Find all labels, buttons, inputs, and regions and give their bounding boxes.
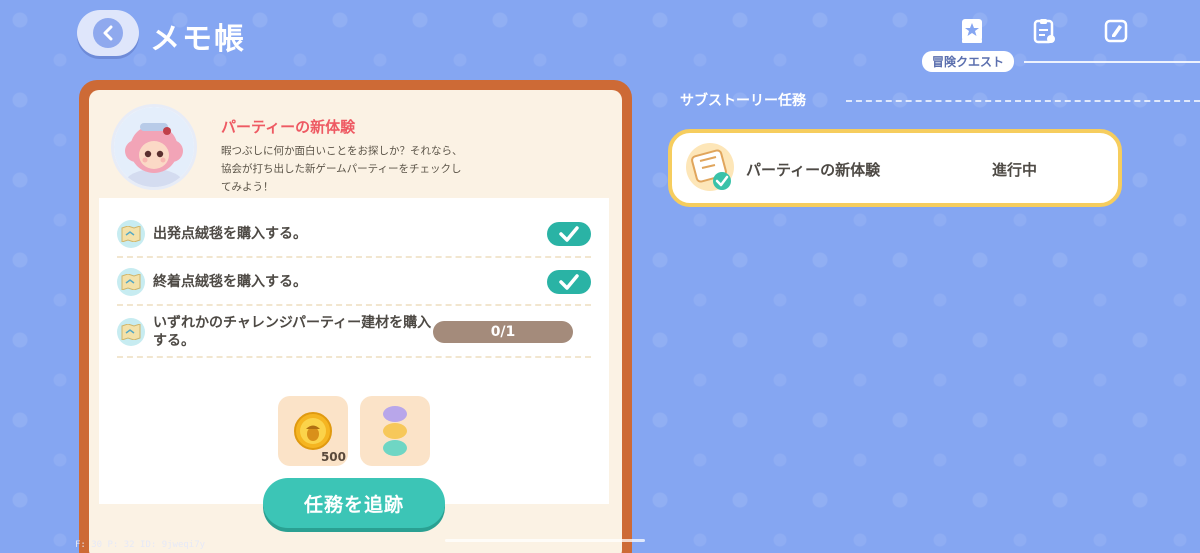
quest-detail-panel: パーティーの新体験 暇つぶしに何か面白いことをお探しか？それなら、協会が打ち出し… [79, 80, 632, 553]
section-divider [846, 100, 1200, 102]
npc-avatar [111, 104, 197, 190]
back-button[interactable] [77, 10, 139, 56]
task-text: いずれかのチャレンジパーティー建材を購入する。 [153, 315, 432, 349]
task-text: 終着点絨毯を購入する。 [153, 274, 307, 290]
reward-count: 500 [320, 450, 346, 464]
track-quest-button[interactable]: 任務を追跡 [263, 478, 445, 528]
top-tab-bar [955, 14, 1133, 48]
active-tab-label: 冒険クエスト [922, 51, 1015, 72]
task-list: 出発点絨毯を購入する。 終着点絨毯を購入する。 いずれかのチャレンジパーティー建 [99, 198, 609, 504]
map-icon [117, 318, 145, 346]
reward-item[interactable]: 500 [278, 396, 348, 466]
quest-title: パーティーの新体験 [221, 118, 356, 136]
page-title: メモ帳 [150, 22, 246, 57]
chevron-left-icon [93, 18, 123, 48]
quest-note-icon [682, 139, 740, 197]
tab-underline [1024, 61, 1200, 63]
adventure-quest-tab-icon[interactable] [955, 14, 989, 48]
task-row: 出発点絨毯を購入する。 [117, 212, 591, 258]
section-title: サブストーリー任務 [680, 93, 806, 109]
quest-card-title: パーティーの新体験 [746, 161, 881, 179]
reward-item[interactable] [360, 396, 430, 466]
completed-check-icon [547, 222, 591, 246]
map-icon [117, 268, 145, 296]
task-row: 終着点絨毯を購入する。 [117, 260, 591, 306]
quest-description: 暇つぶしに何か面白いことをお探しか？それなら、協会が打ち出した新ゲームパーティー… [221, 145, 463, 193]
debug-info: F: 30 P: 32 ID: 9jweqi7y [75, 540, 206, 550]
task-progress-bar: 0/1 [433, 321, 573, 343]
completed-check-icon [547, 270, 591, 294]
quest-detail-inner: パーティーの新体験 暇つぶしに何か面白いことをお探しか？それなら、協会が打ち出し… [89, 90, 622, 553]
task-text: 出発点絨毯を購入する。 [153, 226, 307, 242]
acorn-coin-icon [294, 412, 332, 450]
home-indicator [445, 539, 645, 542]
quest-card-status: 進行中 [992, 161, 1038, 179]
note-edit-tab-icon[interactable] [1099, 14, 1133, 48]
map-icon [117, 220, 145, 248]
task-row: いずれかのチャレンジパーティー建材を購入する。 0/1 [117, 308, 591, 358]
macaron-stack-icon [383, 406, 407, 456]
quest-list-card[interactable]: パーティーの新体験 進行中 [668, 129, 1122, 207]
clipboard-tab-icon[interactable] [1027, 14, 1061, 48]
